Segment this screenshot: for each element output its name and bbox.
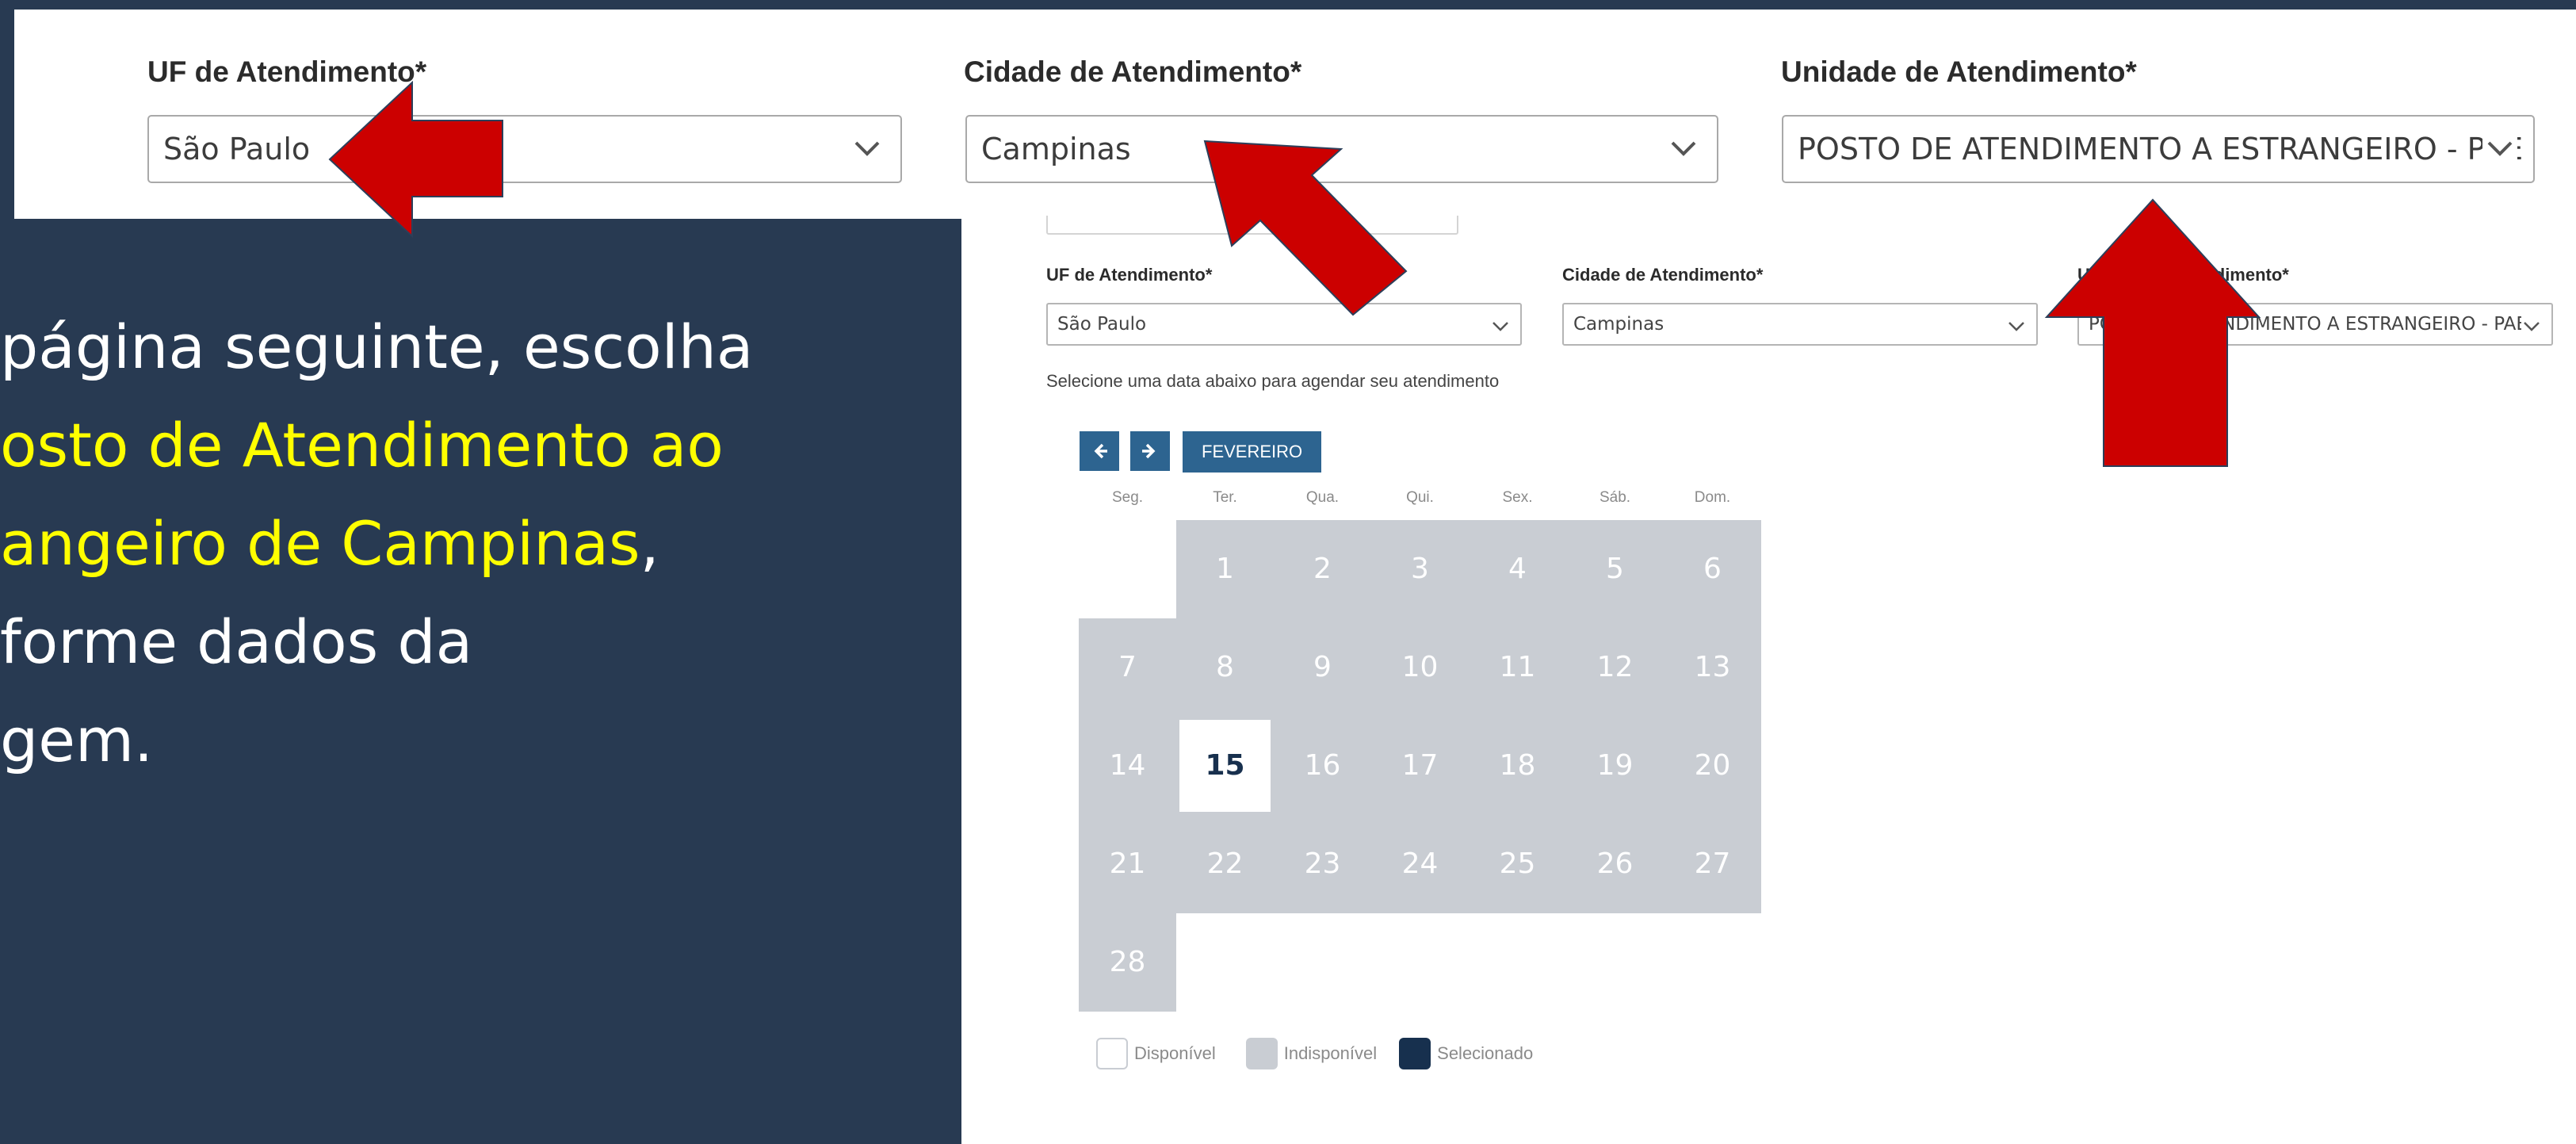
- calendar-day-unavailable: 24: [1371, 815, 1469, 913]
- chevron-down-icon: [1492, 322, 1508, 331]
- calendar-day-unavailable: 16: [1274, 717, 1371, 815]
- calendar-empty-cell: [1176, 913, 1274, 1012]
- instruction-line-4: forme dados da: [0, 606, 473, 677]
- legend-available-label: Disponível: [1134, 1043, 1216, 1063]
- uf-select-zoom[interactable]: São Paulo: [147, 115, 902, 183]
- calendar-day-unavailable: 19: [1566, 717, 1664, 815]
- calendar-day-unavailable: 22: [1176, 815, 1274, 913]
- prev-month-button[interactable]: [1080, 431, 1119, 471]
- calendar-empty-cell: [1274, 913, 1371, 1012]
- unidade-label-zoom: Unidade de Atendimento*: [1781, 55, 2137, 88]
- instruction-line-2: osto de Atendimento ao: [0, 410, 724, 480]
- calendar-day-unavailable: 2: [1274, 520, 1371, 618]
- date-instruction: Selecione uma data abaixo para agendar s…: [1046, 371, 1500, 391]
- chevron-down-icon: [2008, 322, 2024, 331]
- calendar-day-unavailable: 4: [1469, 520, 1566, 618]
- uf-select-zoom-value: São Paulo: [163, 132, 311, 166]
- uf-label: UF de Atendimento*: [1046, 265, 1213, 285]
- calendar-day-unavailable: 20: [1664, 717, 1761, 815]
- weekday-label: Qui.: [1406, 489, 1434, 506]
- next-month-button[interactable]: [1130, 431, 1170, 471]
- calendar-week: 28: [1079, 913, 1761, 1012]
- calendar-day-unavailable: 12: [1566, 618, 1664, 717]
- weekday-label: Sex.: [1502, 489, 1533, 506]
- calendar-day-unavailable: 25: [1469, 815, 1566, 913]
- arrow-up-pointer-icon: [2044, 198, 2261, 467]
- calendar-day-unavailable: 18: [1469, 717, 1566, 815]
- calendar-day-unavailable: 9: [1274, 618, 1371, 717]
- weekday-label: Dom.: [1694, 489, 1731, 506]
- calendar-day-unavailable: 23: [1274, 815, 1371, 913]
- chevron-down-icon: [2521, 316, 2542, 336]
- cidade-select-zoom-value: Campinas: [981, 132, 1131, 166]
- chevron-down-icon: [854, 141, 880, 156]
- calendar-empty-cell: [1079, 520, 1176, 618]
- chevron-down-icon: [1671, 141, 1696, 156]
- calendar-empty-cell: [1371, 913, 1469, 1012]
- calendar-day-unavailable: 10: [1371, 618, 1469, 717]
- calendar-empty-cell: [1566, 913, 1664, 1012]
- calendar-day-available[interactable]: 15: [1176, 717, 1274, 815]
- calendar-week: 14 15 16 17 18 19 20: [1079, 717, 1761, 815]
- calendar-week: 7 8 9 10 11 12 13: [1079, 618, 1761, 717]
- legend-unavailable-label: Indisponível: [1283, 1043, 1378, 1063]
- cidade-label-zoom: Cidade de Atendimento*: [964, 55, 1302, 88]
- weekday-label: Ter.: [1213, 489, 1237, 506]
- legend-available-swatch: [1096, 1038, 1128, 1069]
- calendar-empty-cell: [1469, 913, 1566, 1012]
- arrow-right-icon: [1142, 443, 1156, 459]
- calendar-week: 21 22 23 24 25 26 27: [1079, 815, 1761, 913]
- cidade-label: Cidade de Atendimento*: [1562, 265, 1764, 285]
- calendar-day-unavailable: 13: [1664, 618, 1761, 717]
- weekday-label: Seg.: [1111, 489, 1144, 506]
- calendar-day-unavailable: 17: [1371, 717, 1469, 815]
- calendar-day-unavailable: 7: [1079, 618, 1176, 717]
- chevron-down-icon: [2482, 131, 2517, 166]
- weekday-label: Qua.: [1305, 489, 1340, 506]
- unidade-select-zoom[interactable]: POSTO DE ATENDIMENTO A ESTRANGEIRO - PAE: [1782, 115, 2535, 183]
- calendar-day-unavailable: 1: [1176, 520, 1274, 618]
- instruction-line-3-rest: ,: [640, 508, 659, 579]
- calendar-legend: Disponível Indisponível Selecionado: [1096, 1038, 1533, 1069]
- calendar-week: 123456: [1079, 520, 1761, 618]
- weekday-label: Sáb.: [1599, 489, 1631, 506]
- calendar-day-unavailable: 28: [1079, 913, 1176, 1012]
- arrow-left-pointer-icon: [328, 80, 503, 239]
- calendar-day-unavailable: 21: [1079, 815, 1176, 913]
- instruction-line-3: angeiro de Campinas,: [0, 495, 753, 593]
- calendar-grid: 1 2 3 4 5 6 7 8 9 10 11 12 13 14 15 16 17 18 19 20 21 22 23 24 2…: [1079, 520, 1761, 1012]
- weekday-header: Seg. Ter. Qua. Qui. Sex. Sáb. Dom.: [1079, 489, 1761, 507]
- uf-select-value: São Paulo: [1057, 314, 1147, 335]
- calendar-day-unavailable: 14: [1079, 717, 1176, 815]
- calendar-day-unavailable: 3: [1371, 520, 1469, 618]
- instruction-line-1: página seguinte, escolha: [0, 312, 754, 382]
- cidade-select[interactable]: Campinas: [1562, 303, 2038, 346]
- arrow-left-icon: [1094, 443, 1107, 459]
- calendar-day-unavailable: 27: [1664, 815, 1761, 913]
- calendar-day-unavailable: 6: [1664, 520, 1761, 618]
- month-button[interactable]: FEVEREIRO: [1183, 431, 1322, 473]
- calendar-day-unavailable: 5: [1566, 520, 1664, 618]
- calendar-day-unavailable: 11: [1469, 618, 1566, 717]
- legend-unavailable-swatch: [1245, 1038, 1278, 1069]
- calendar-day-unavailable: 26: [1566, 815, 1664, 913]
- calendar-empty-cell: [1664, 913, 1761, 1012]
- legend-selected-label: Selecionado: [1437, 1043, 1534, 1063]
- legend-selected-swatch: [1399, 1038, 1431, 1069]
- calendar-day-unavailable: 8: [1176, 618, 1274, 717]
- instruction-line-5: gem.: [0, 705, 154, 775]
- instruction-text: página seguinte, escolha osto de Atendim…: [0, 298, 753, 790]
- arrow-up-left-pointer-icon: [1203, 140, 1408, 316]
- instruction-line-3-highlight: angeiro de Campinas: [0, 508, 640, 579]
- cidade-select-value: Campinas: [1573, 314, 1664, 335]
- unidade-select-zoom-value: POSTO DE ATENDIMENTO A ESTRANGEIRO - PAE: [1798, 132, 2524, 166]
- embedded-screenshot: UF de Atendimento* São Paulo Cidade de A…: [961, 216, 2576, 1144]
